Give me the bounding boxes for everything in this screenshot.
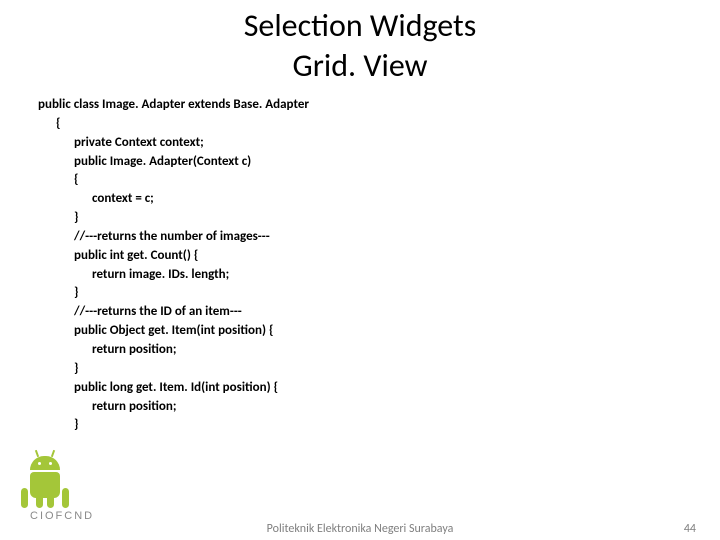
code-line: { [38,171,720,190]
android-logo: CIOFCND [30,456,94,522]
title-line-1: Selection Widgets [0,6,720,46]
code-line: private Context context; [38,134,720,153]
code-line: context = c; [38,190,720,209]
code-line: } [38,360,720,379]
code-line: public Object get. Item(int position) { [38,322,720,341]
android-body-icon [30,472,60,498]
footer-institution: Politeknik Elektronika Negeri Surabaya [267,522,454,536]
code-line: public class Image. Adapter extends Base… [38,96,720,115]
code-line: public Image. Adapter(Context c) [38,153,720,172]
code-line: } [38,209,720,228]
code-line: } [38,416,720,435]
title-line-2: Grid. View [0,46,720,86]
code-line: } [38,284,720,303]
code-line: public long get. Item. Id(int position) … [38,379,720,398]
code-line: //---returns the ID of an item--- [38,303,720,322]
code-line: return position; [38,398,720,417]
code-line: public int get. Count() { [38,247,720,266]
code-line: //---returns the number of images--- [38,228,720,247]
code-line: { [38,115,720,134]
page-number: 44 [684,522,696,536]
code-line: return image. IDs. length; [38,266,720,285]
code-listing: public class Image. Adapter extends Base… [0,92,720,435]
code-line: return position; [38,341,720,360]
slide-title-block: Selection Widgets Grid. View [0,0,720,92]
android-head-icon [30,456,60,470]
android-wordmark: CIOFCND [30,510,94,522]
